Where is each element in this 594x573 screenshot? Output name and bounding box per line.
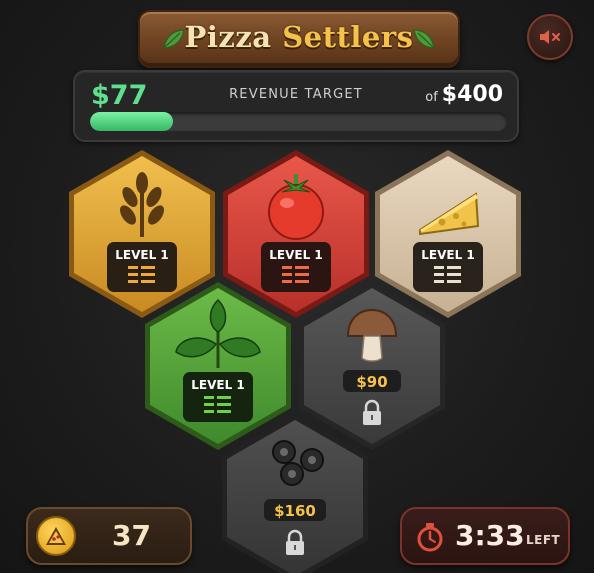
tile-price-label: $90 bbox=[356, 373, 387, 391]
tile-status-label: LEVEL 1 bbox=[191, 378, 245, 392]
tile-mushroom-locked[interactable]: $90 bbox=[299, 282, 445, 450]
tile-status-label: LEVEL 1 bbox=[421, 248, 475, 262]
pizza-counter: 37 bbox=[26, 507, 192, 565]
timer-panel: 3:33 LEFT bbox=[400, 507, 570, 565]
level-bars-icon bbox=[282, 266, 309, 283]
level-bars-icon bbox=[434, 266, 461, 283]
tile-cheese[interactable]: LEVEL 1 bbox=[375, 150, 521, 318]
timer-suffix: LEFT bbox=[526, 533, 561, 547]
tile-wheat[interactable]: LEVEL 1 bbox=[69, 150, 215, 318]
tile-tomato[interactable]: LEVEL 1 bbox=[223, 150, 369, 318]
pizza-slice-icon bbox=[36, 516, 76, 556]
pizza-count-value: 37 bbox=[112, 519, 151, 552]
tile-price-label: $160 bbox=[274, 502, 316, 520]
level-bars-icon bbox=[128, 266, 155, 283]
tile-basil[interactable]: LEVEL 1 bbox=[145, 282, 291, 450]
tile-olives-locked[interactable]: $160 bbox=[222, 414, 368, 573]
tile-status-label: LEVEL 1 bbox=[115, 248, 169, 262]
level-bars-icon bbox=[204, 396, 231, 413]
tile-status-label: LEVEL 1 bbox=[269, 248, 323, 262]
timer-value: 3:33 bbox=[455, 519, 525, 552]
stopwatch-icon bbox=[417, 523, 443, 552]
hex-board: LEVEL 1 LEVEL 1 LEVEL 1 LEVEL 1 $90 $160 bbox=[69, 150, 521, 573]
